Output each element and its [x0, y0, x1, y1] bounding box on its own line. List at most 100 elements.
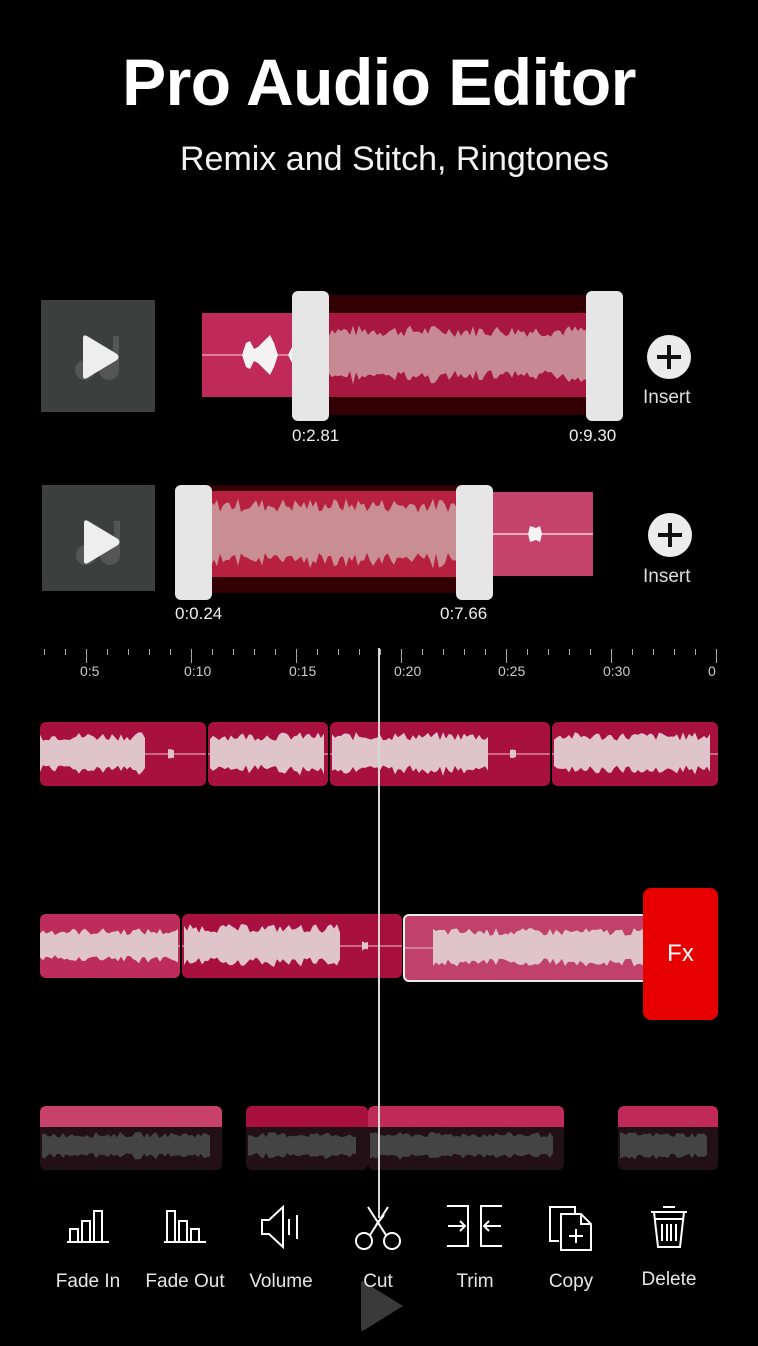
ruler-tick — [170, 649, 171, 655]
clip-unselected-right — [492, 492, 593, 576]
ruler-tick — [191, 649, 192, 663]
page-title: Pro Audio Editor — [122, 45, 636, 119]
track-thumbnail-1[interactable] — [41, 300, 155, 412]
tool-cut[interactable]: Cut — [330, 1205, 426, 1293]
ruler-tick — [86, 649, 87, 663]
waveform — [552, 732, 718, 775]
ruler-tick — [716, 649, 717, 663]
ruler-tick — [275, 649, 276, 655]
waveform — [208, 732, 328, 776]
selection-region-1[interactable] — [320, 295, 595, 415]
insert-label-1[interactable]: Insert — [643, 387, 691, 409]
fx-button[interactable]: Fx — [643, 888, 718, 1020]
ruler-tick — [506, 649, 507, 663]
ruler-label: 0:5 — [80, 663, 100, 679]
start-time-2: 0:0.24 — [175, 604, 223, 623]
ruler-label: 0:15 — [289, 663, 317, 679]
ruler-tick — [401, 649, 402, 663]
tool-label: Volume — [249, 1271, 313, 1292]
trash-icon — [651, 1206, 687, 1248]
tool-delete[interactable]: Delete — [621, 1205, 717, 1291]
ruler-tick — [359, 649, 360, 655]
ruler-label: 0:20 — [394, 663, 422, 679]
trim-handle-start-2[interactable] — [175, 485, 212, 600]
ruler-tick — [212, 649, 213, 655]
playhead[interactable] — [378, 648, 380, 1218]
track-thumbnail-2[interactable] — [42, 485, 155, 591]
ruler-tick — [128, 649, 129, 655]
timeline-clip[interactable] — [552, 722, 718, 786]
ruler-tick — [485, 649, 486, 655]
ruler-tick — [653, 649, 654, 655]
play-music-icon — [76, 520, 120, 565]
ruler-tick — [611, 649, 612, 663]
ruler-label: 0:25 — [498, 663, 526, 679]
ruler-tick — [674, 649, 675, 655]
fade-out-icon — [164, 1210, 206, 1243]
ruler-tick — [464, 649, 465, 655]
tool-label: Fade Out — [145, 1271, 225, 1292]
selection-region-2[interactable] — [205, 485, 465, 593]
end-time-2: 0:7.66 — [440, 604, 488, 623]
waveform — [248, 1132, 356, 1159]
waveform — [620, 1132, 707, 1160]
timeline-clip[interactable] — [368, 1106, 564, 1170]
tool-volume[interactable]: Volume — [233, 1205, 329, 1293]
insert-button-1[interactable] — [647, 335, 691, 379]
waveform — [40, 732, 206, 775]
waveform — [182, 924, 402, 968]
tool-fade-in[interactable]: Fade In — [40, 1205, 136, 1293]
ruler-tick — [149, 649, 150, 655]
timeline-clip[interactable] — [330, 722, 550, 786]
waveform — [330, 732, 550, 776]
ruler-label: 0:30 — [603, 663, 631, 679]
tool-fade-out[interactable]: Fade Out — [137, 1205, 233, 1293]
timeline-clip[interactable] — [208, 722, 328, 786]
waveform — [40, 928, 180, 964]
trim-handle-start-1[interactable] — [292, 291, 329, 421]
clip-unselected-left — [202, 313, 302, 397]
tool-label: Delete — [641, 1269, 697, 1290]
ruler-label: 0 — [708, 663, 716, 679]
ruler-tick — [422, 649, 423, 655]
fade-in-icon — [67, 1210, 109, 1243]
tool-copy[interactable]: Copy — [523, 1205, 619, 1293]
copy-icon — [549, 1206, 592, 1251]
tool-label: Fade In — [55, 1271, 121, 1292]
trim-icon — [447, 1205, 502, 1247]
ruler-tick — [296, 649, 297, 663]
timeline-clip[interactable] — [403, 914, 652, 982]
ruler-tick — [317, 649, 318, 655]
insert-button-2[interactable] — [648, 513, 692, 557]
ruler-tick — [590, 649, 591, 655]
ruler-tick — [527, 649, 528, 655]
waveform — [42, 1132, 210, 1160]
start-time-1: 0:2.81 — [292, 426, 340, 445]
timeline-clip[interactable] — [40, 1106, 222, 1170]
timeline-clip[interactable] — [246, 1106, 368, 1170]
ruler-tick — [443, 649, 444, 655]
ruler-tick — [380, 649, 381, 655]
ruler-tick — [338, 649, 339, 655]
tool-label: Copy — [548, 1271, 594, 1292]
timeline-clip[interactable] — [40, 914, 180, 978]
trim-handle-end-1[interactable] — [586, 291, 623, 421]
timeline-clip[interactable] — [40, 722, 206, 786]
ruler-tick — [65, 649, 66, 655]
ruler-tick — [254, 649, 255, 655]
trim-handle-end-2[interactable] — [456, 485, 493, 600]
volume-icon — [261, 1205, 298, 1249]
ruler-label: 0:10 — [184, 663, 212, 679]
page-subtitle: Remix and Stitch, Ringtones — [180, 140, 609, 178]
tool-label: Cut — [363, 1271, 393, 1292]
ruler-tick — [548, 649, 549, 655]
ruler-tick — [44, 649, 45, 655]
waveform — [370, 1132, 553, 1160]
ruler-tick — [233, 649, 234, 655]
ruler-tick — [632, 649, 633, 655]
timeline-clip[interactable] — [182, 914, 402, 978]
insert-label-2[interactable]: Insert — [643, 566, 691, 588]
tool-trim[interactable]: Trim — [427, 1205, 523, 1293]
timeline-clip[interactable] — [618, 1106, 718, 1170]
ruler-tick — [107, 649, 108, 655]
